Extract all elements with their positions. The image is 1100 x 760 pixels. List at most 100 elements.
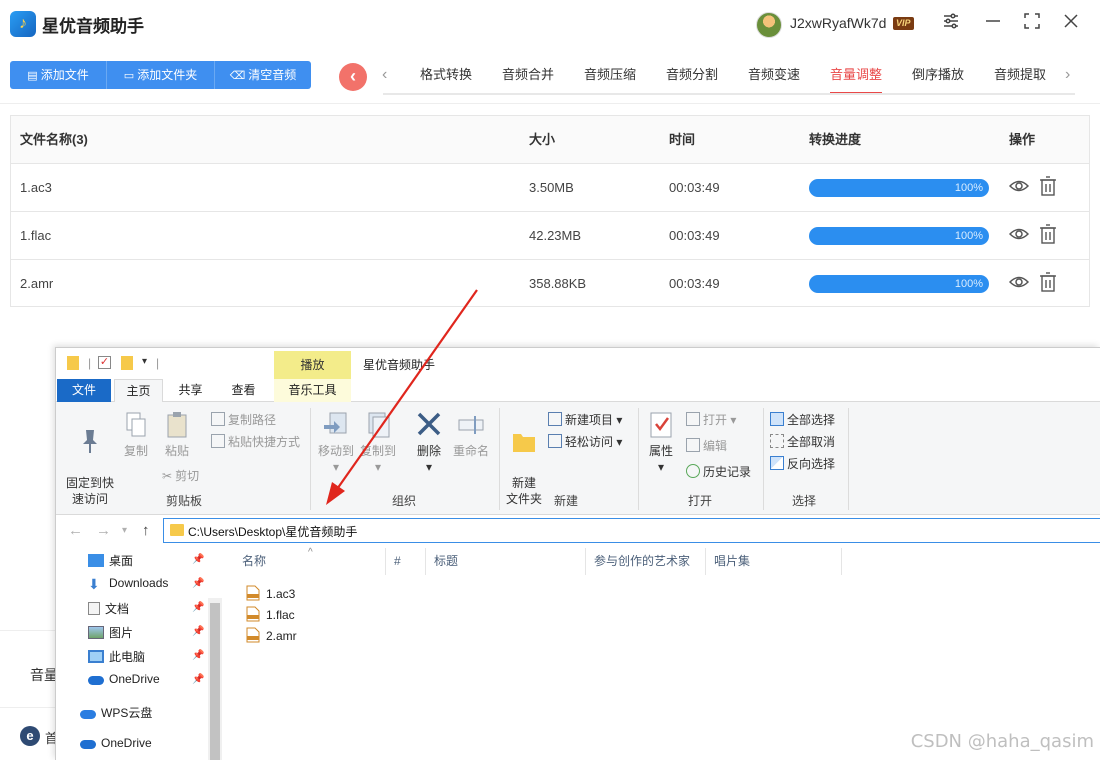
column-album[interactable]: 唱片集 — [706, 548, 842, 575]
preview-eye-icon[interactable] — [1009, 272, 1029, 292]
column-title[interactable]: 标题 — [426, 548, 586, 575]
new-item-button[interactable]: 新建项目 ▾ — [548, 412, 622, 428]
tab-music-tools[interactable]: 音乐工具 — [274, 379, 351, 402]
select-all-icon — [770, 412, 784, 426]
file-item[interactable]: 1.flac — [246, 606, 295, 622]
easy-access-icon — [548, 434, 562, 448]
maximize-icon[interactable] — [1021, 12, 1043, 34]
context-tab-play: 播放 — [274, 351, 351, 379]
tab-audio-merge[interactable]: 音频合并 — [487, 64, 569, 94]
new-folder-icon[interactable] — [121, 356, 133, 370]
clear-audio-button[interactable]: ⌫ 清空音频 — [215, 61, 311, 89]
group-clipboard-label: 剪贴板 — [166, 494, 203, 508]
delete-button[interactable]: 删除 ▾ — [411, 410, 447, 475]
pin-quick-access-button[interactable]: 固定到快 速访问 — [62, 410, 118, 507]
nav-item-onedrive-2[interactable]: OneDrive — [80, 736, 152, 750]
back-arrow-icon[interactable]: ← — [68, 522, 83, 539]
nav-item-downloads[interactable]: ⬇ Downloads — [88, 576, 168, 591]
file-time: 00:03:49 — [669, 276, 720, 291]
preview-eye-icon[interactable] — [1009, 176, 1029, 196]
tab-next-icon[interactable]: › — [1065, 66, 1070, 84]
avatar[interactable] — [756, 12, 782, 38]
copy-button[interactable]: 复制 — [118, 410, 154, 459]
properties-check-icon[interactable]: ✓ — [98, 356, 111, 369]
column-artists[interactable]: 参与创作的艺术家 — [586, 548, 706, 575]
nav-item-onedrive[interactable]: OneDrive — [88, 672, 160, 686]
tab-format-convert[interactable]: 格式转换 — [405, 64, 487, 94]
tab-prev-icon[interactable]: ‹ — [382, 66, 387, 84]
tab-share[interactable]: 共享 — [168, 379, 213, 402]
navigation-pane: 桌面 📌 ⬇ Downloads 📌 文档 📌 图片 📌 此电脑 📌 OneDri… — [56, 546, 226, 760]
history-button[interactable]: 历史记录 — [686, 464, 751, 480]
move-to-button[interactable]: 移动到▾ — [316, 410, 356, 475]
user-name[interactable]: J2xwRyafWk7d — [790, 15, 886, 31]
divider — [0, 103, 1100, 104]
cloud-icon — [88, 676, 104, 685]
tab-audio-extract[interactable]: 音频提取 — [979, 64, 1061, 94]
new-folder-button[interactable]: 新建 文件夹 — [502, 410, 546, 507]
address-bar[interactable]: C:\Users\Desktop\星优音频助手 — [163, 518, 1100, 543]
tab-audio-split[interactable]: 音频分割 — [651, 64, 733, 94]
customize-quick-access-icon[interactable]: ▾ — [142, 356, 147, 367]
open-button[interactable]: 打开 ▾ — [686, 412, 736, 428]
progress-bar: 100% — [809, 227, 989, 245]
properties-button[interactable]: 属性 ▾ — [642, 410, 680, 475]
table-row[interactable]: 1.flac 42.23MB 00:03:49 100% — [11, 212, 1089, 260]
paste-button[interactable]: 粘贴 — [158, 410, 196, 459]
nav-item-pictures[interactable]: 图片 — [88, 624, 133, 641]
settings-icon[interactable] — [940, 12, 962, 34]
volume-label: 音量 — [30, 667, 58, 683]
column-number[interactable]: # — [386, 548, 426, 575]
add-folder-button[interactable]: ▭ 添加文件夹 — [107, 61, 215, 89]
folder-icon: ▭ — [123, 70, 135, 82]
delete-trash-icon[interactable] — [1039, 272, 1057, 292]
forward-arrow-icon[interactable]: → — [96, 522, 111, 539]
copy-path-button[interactable]: 复制路径 — [211, 412, 276, 428]
nav-item-this-pc[interactable]: 此电脑 — [88, 648, 145, 665]
file-item[interactable]: 1.ac3 — [246, 585, 295, 601]
file-size: 42.23MB — [529, 228, 582, 243]
add-file-button[interactable]: ▤ 添加文件 — [10, 61, 107, 89]
delete-trash-icon[interactable] — [1039, 224, 1057, 244]
delete-trash-icon[interactable] — [1039, 176, 1057, 196]
rename-button[interactable]: 重命名 — [451, 410, 491, 459]
column-name[interactable]: 名称 ^ — [234, 547, 386, 575]
new-item-icon — [548, 412, 562, 426]
copy-to-button[interactable]: 复制到▾ — [358, 410, 398, 475]
tab-audio-compress[interactable]: 音频压缩 — [569, 64, 651, 94]
file-time: 00:03:49 — [669, 180, 720, 195]
up-arrow-icon[interactable]: ↑ — [142, 522, 150, 539]
paste-shortcut-button[interactable]: 粘贴快捷方式 — [211, 434, 300, 450]
tab-volume-adjust[interactable]: 音量调整 — [815, 64, 897, 94]
recent-dropdown-icon[interactable]: ▾ — [122, 525, 127, 536]
minimize-icon[interactable] — [982, 12, 1004, 34]
history-icon — [686, 464, 700, 478]
nav-item-desktop[interactable]: 桌面 — [88, 552, 133, 569]
close-icon[interactable] — [1060, 12, 1082, 34]
cut-button[interactable]: ✂ 剪切 — [162, 468, 199, 484]
back-button[interactable]: ‹ — [339, 63, 367, 91]
select-none-button[interactable]: 全部取消 — [770, 434, 835, 450]
paste-shortcut-icon — [211, 434, 225, 448]
tab-view[interactable]: 查看 — [221, 379, 266, 402]
tab-file[interactable]: 文件 — [57, 379, 111, 402]
file-item[interactable]: 2.amr — [246, 627, 297, 643]
edit-button[interactable]: 编辑 — [686, 438, 727, 454]
group-open-label: 打开 — [688, 494, 713, 508]
easy-access-button[interactable]: 轻松访问 ▾ — [548, 434, 622, 450]
preview-eye-icon[interactable] — [1009, 224, 1029, 244]
tab-reverse-play[interactable]: 倒序播放 — [897, 64, 979, 94]
nav-scrollbar-thumb[interactable] — [210, 603, 220, 760]
table-row[interactable]: 1.ac3 3.50MB 00:03:49 100% — [11, 164, 1089, 212]
tab-audio-speed[interactable]: 音频变速 — [733, 64, 815, 94]
nav-item-wps-cloud[interactable]: WPS云盘 — [80, 704, 152, 721]
table-row[interactable]: 2.amr 358.88KB 00:03:49 100% — [11, 260, 1089, 308]
new-folder-icon — [513, 434, 535, 452]
nav-item-documents[interactable]: 文档 — [88, 600, 129, 617]
cloud-icon — [80, 710, 96, 719]
tab-home[interactable]: 主页 — [114, 379, 163, 403]
explorer-title: 星优音频助手 — [363, 358, 436, 372]
file-size: 358.88KB — [529, 276, 587, 291]
invert-selection-button[interactable]: 反向选择 — [770, 456, 835, 472]
select-all-button[interactable]: 全部选择 — [770, 412, 835, 428]
